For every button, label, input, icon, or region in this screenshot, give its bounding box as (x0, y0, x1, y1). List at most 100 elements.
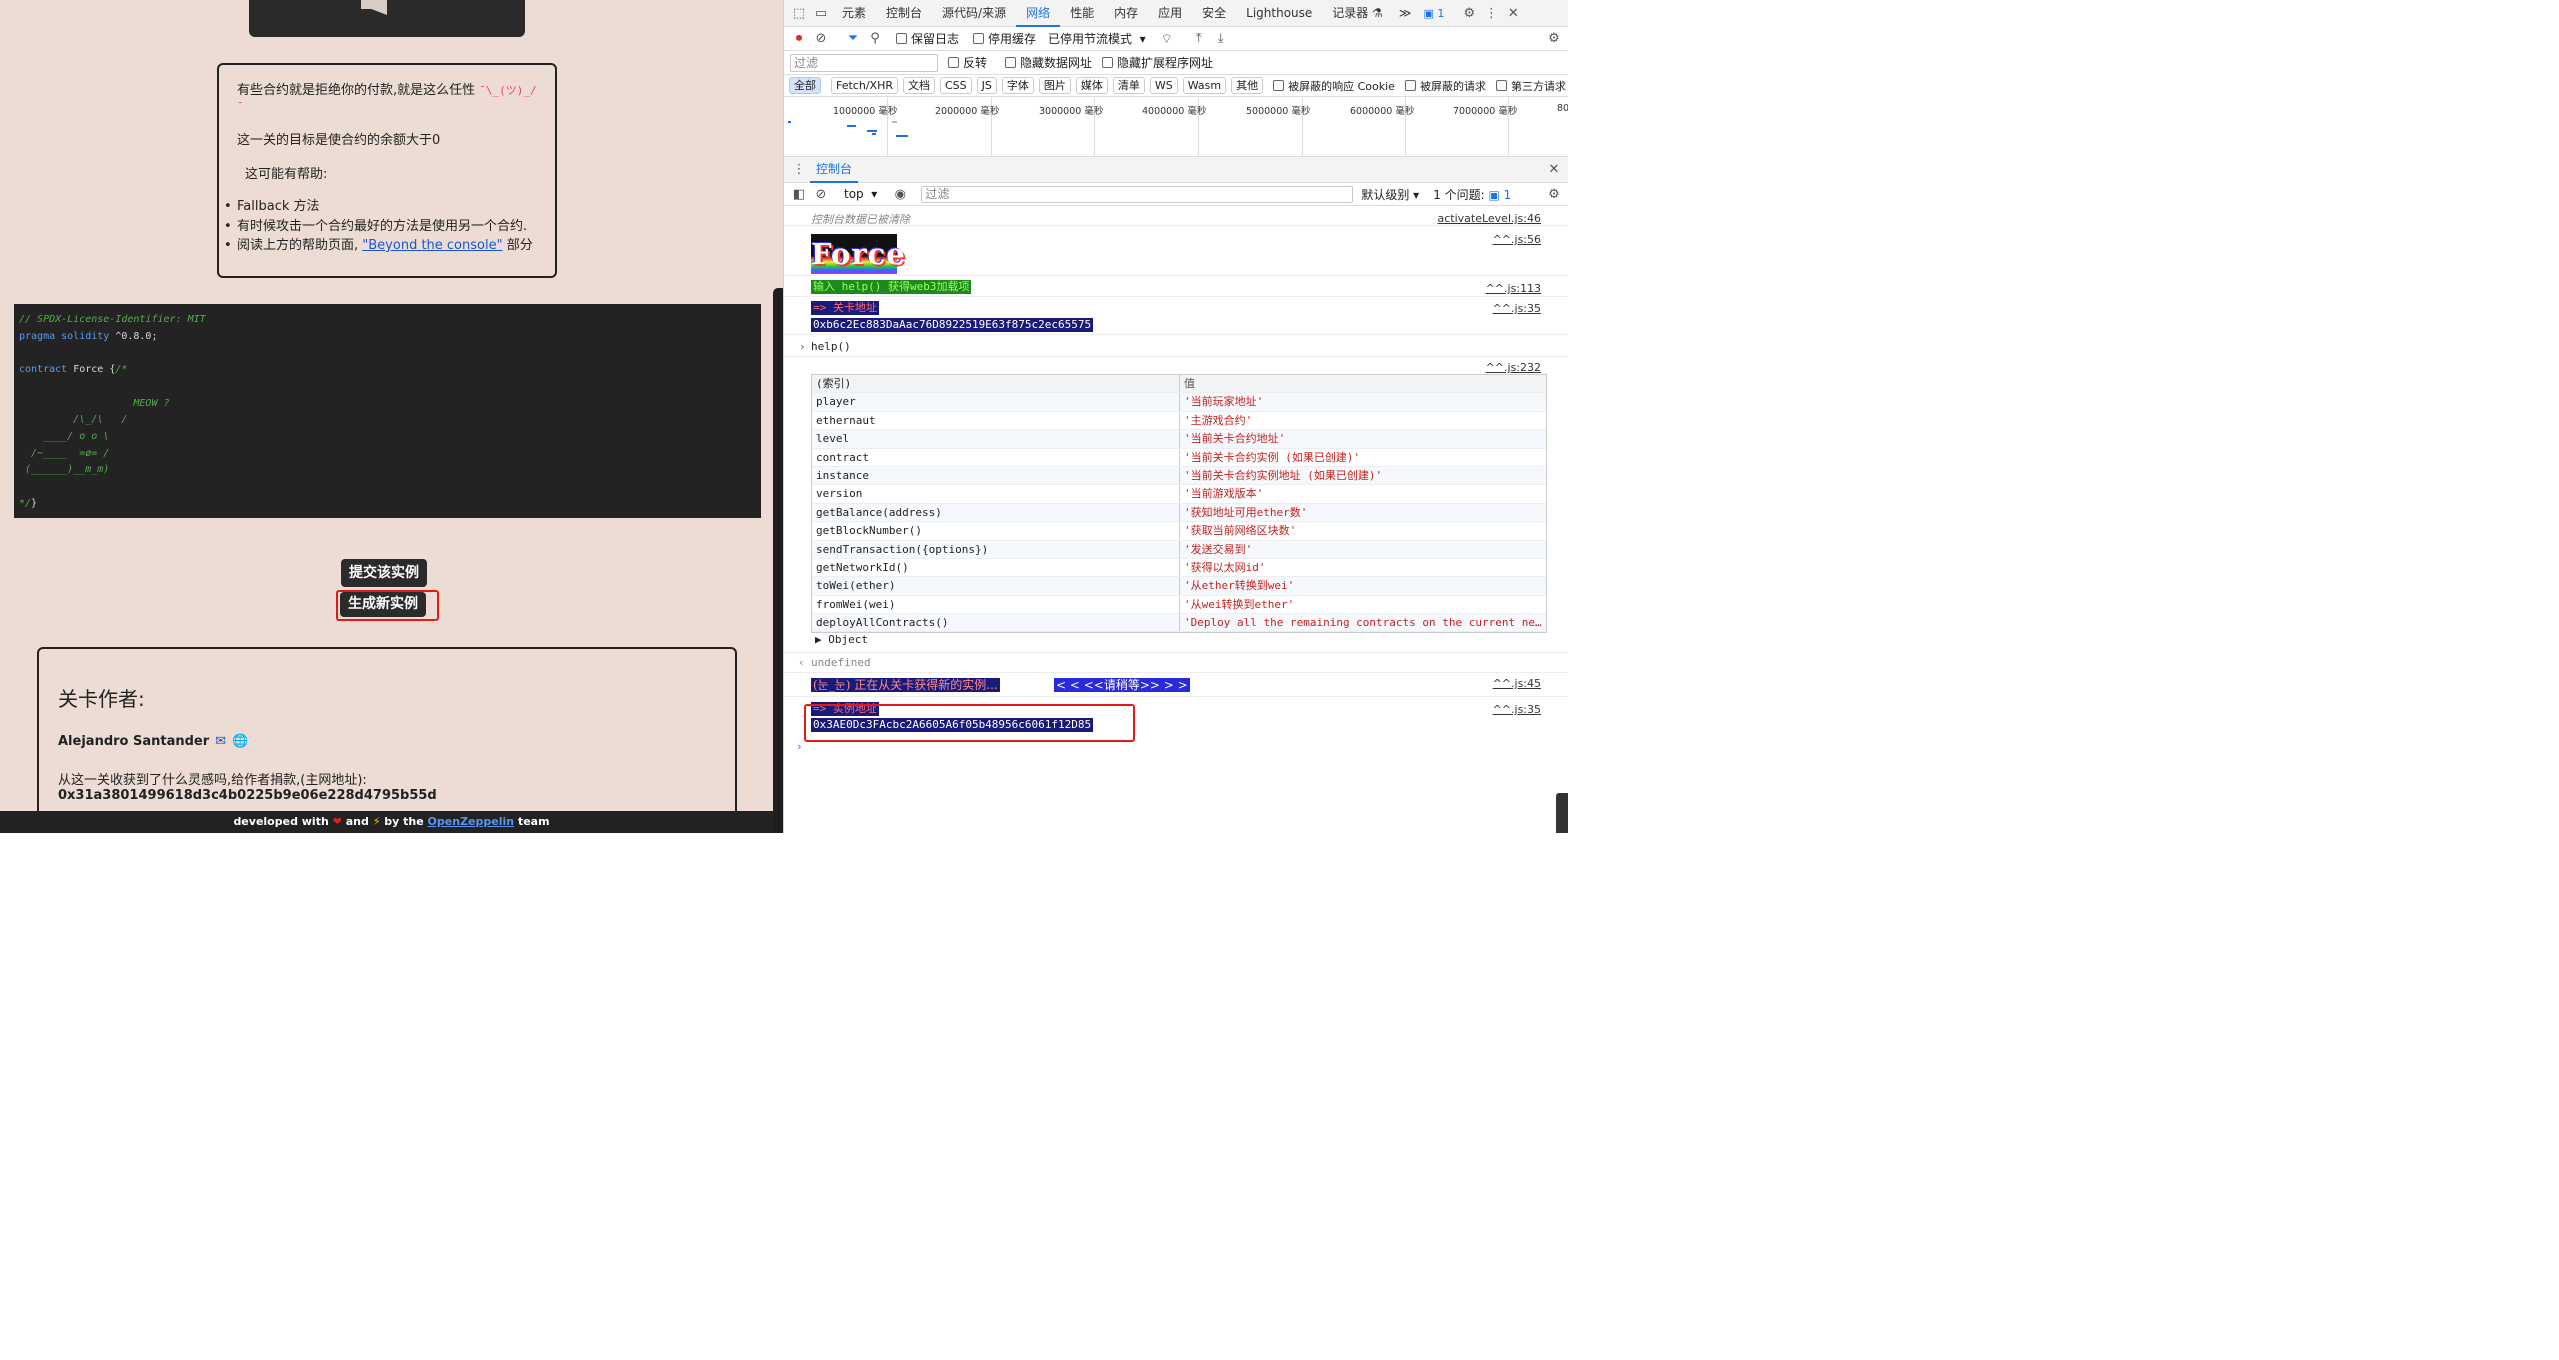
network-timeline-overview[interactable]: 1000000 毫秒 2000000 毫秒 3000000 毫秒 4000000… (784, 97, 1568, 157)
type-doc[interactable]: 文档 (902, 77, 935, 94)
close-devtools-icon[interactable]: ✕ (1502, 2, 1524, 24)
type-ws[interactable]: WS (1149, 77, 1178, 94)
type-font[interactable]: 字体 (1001, 77, 1034, 94)
blocked-requests-checkbox[interactable]: 被屏蔽的请求 (1404, 78, 1486, 94)
table-row: version '当前游戏版本' (812, 485, 1546, 504)
throttle-select[interactable]: 已停用节流模式 ▾ (1048, 30, 1146, 47)
table-header: (索引) 值 (812, 375, 1546, 394)
hint-item: 阅读上方的帮助页面, "Beyond the console" 部分 (224, 236, 537, 256)
email-icon[interactable]: ✉ (215, 734, 226, 749)
devtools-scrollbar[interactable] (1556, 793, 1568, 833)
drawer-menu-icon[interactable]: ⋮ (788, 159, 810, 181)
type-css[interactable]: CSS (939, 77, 972, 94)
desc-line3: 这可能有帮助: (245, 167, 328, 182)
close-drawer-icon[interactable]: ✕ (1543, 159, 1565, 181)
console-drawer-header: ⋮ 控制台 ✕ (784, 157, 1568, 183)
tab-memory[interactable]: 内存 (1104, 0, 1148, 27)
clear-icon[interactable]: ⊘ (810, 28, 832, 50)
tab-application[interactable]: 应用 (1148, 0, 1192, 27)
hide-data-urls-checkbox[interactable]: 隐藏数据网址 (1005, 54, 1092, 71)
tab-sources[interactable]: 源代码/来源 (932, 0, 1016, 27)
console-input-echo: › help() (784, 335, 1568, 357)
tab-lighthouse[interactable]: Lighthouse (1236, 0, 1322, 27)
author-name: Alejandro Santander (58, 734, 210, 749)
table-row: ethernaut '主游戏合约' (812, 411, 1546, 431)
hint-item: Fallback 方法 (224, 197, 537, 217)
filter-icon[interactable]: ⏷ (842, 28, 864, 50)
third-party-checkbox[interactable]: 第三方请求 (1495, 78, 1566, 94)
globe-icon[interactable]: 🌐 (232, 734, 248, 749)
console-message: 输入 help() 获得web3加载项 ^^.js:113 (784, 276, 1568, 297)
console-toolbar: ◧ ⊘ top ▾ ◉ 过滤 默认级别 ▾ 1 个问题: ▣ 1 ⚙ (784, 183, 1568, 206)
clear-console-icon[interactable]: ⊘ (810, 183, 832, 205)
console-settings-icon[interactable]: ⚙ (1543, 183, 1565, 205)
donate-address: 0x31a3801499618d3c4b0225b9e06e228d4795b5… (58, 788, 437, 803)
level-page: 有些合约就是拒绝你的付款,就是这么任性 ¯\_(ツ)_/¯ 这一关的目标是使合约… (0, 0, 783, 833)
drawer-tab-console[interactable]: 控制台 (810, 157, 859, 183)
preserve-log-checkbox[interactable]: 保留日志 (896, 30, 959, 47)
disable-cache-checkbox[interactable]: 停用缓存 (973, 30, 1036, 47)
tab-console[interactable]: 控制台 (876, 0, 932, 27)
kebab-menu-icon[interactable]: ⋮ (1480, 2, 1502, 24)
type-other[interactable]: 其他 (1231, 77, 1264, 94)
type-manifest[interactable]: 清单 (1112, 77, 1145, 94)
object-expander[interactable]: ▶ Object (815, 633, 868, 646)
submit-instance-button[interactable]: 提交该实例 (341, 559, 427, 587)
source-link[interactable]: ^^.js:45 (1493, 677, 1541, 690)
screen: 有些合约就是拒绝你的付款,就是这么任性 ¯\_(ツ)_/¯ 这一关的目标是使合约… (0, 0, 1568, 833)
issues-counter[interactable]: 1 个问题: ▣ 1 (1433, 186, 1511, 203)
console-prompt[interactable]: › (796, 740, 803, 753)
device-toolbar-icon[interactable]: ▭ (810, 2, 832, 24)
source-link[interactable]: ^^.js:113 (1486, 282, 1541, 295)
import-har-icon[interactable]: ⤒ (1188, 28, 1210, 50)
sidebar-toggle-icon[interactable]: ◧ (788, 183, 810, 205)
beyond-console-link[interactable]: "Beyond the console" (362, 238, 502, 253)
log-level-select[interactable]: 默认级别 ▾ (1361, 186, 1419, 203)
source-link[interactable]: activateLevel.js:46 (1437, 212, 1541, 225)
tab-elements[interactable]: 元素 (832, 0, 876, 27)
more-tabs-button[interactable]: ≫ (1393, 0, 1418, 27)
tab-security[interactable]: 安全 (1192, 0, 1236, 27)
source-link[interactable]: ^^.js:232 (1486, 361, 1541, 374)
console-filter-input[interactable]: 过滤 (921, 185, 1354, 203)
network-settings-icon[interactable]: ⚙ (1543, 28, 1565, 50)
tab-recorder[interactable]: 记录器 ⚗ (1322, 0, 1393, 27)
tab-performance[interactable]: 性能 (1060, 0, 1104, 27)
record-icon[interactable]: ⏺ (788, 28, 810, 50)
force-banner: Force (811, 234, 905, 274)
type-fetch-xhr[interactable]: Fetch/XHR (831, 77, 898, 94)
type-all[interactable]: 全部 (789, 77, 821, 94)
search-icon[interactable]: ⚲ (864, 28, 886, 50)
settings-gear-icon[interactable]: ⚙ (1458, 2, 1480, 24)
meow-ascii-art: MEOW ? /\_/\ / ____/ o o \ /~____ =ø= / … (25, 397, 170, 476)
tab-network[interactable]: 网络 (1016, 0, 1061, 27)
issues-badge[interactable]: ▣ 1 (1423, 7, 1444, 20)
page-scrollbar[interactable] (773, 288, 783, 833)
eye-icon[interactable]: ◉ (889, 183, 911, 205)
context-select[interactable]: top ▾ (844, 187, 877, 201)
blocked-cookies-checkbox[interactable]: 被屏蔽的响应 Cookie (1273, 78, 1395, 94)
network-filter-input[interactable]: 过滤 (790, 53, 938, 72)
table-row: fromWei(wei) '从wei转换到ether' (812, 595, 1546, 615)
type-media[interactable]: 媒体 (1075, 77, 1108, 94)
table-row: getBalance(address) '获知地址可用ether数' (812, 503, 1546, 523)
network-filterbar: 过滤 反转 隐藏数据网址 隐藏扩展程序网址 (784, 51, 1568, 75)
source-link[interactable]: ^^.js:35 (1493, 302, 1541, 315)
type-js[interactable]: JS (976, 77, 997, 94)
network-conditions-icon[interactable]: ⌔ (1156, 28, 1178, 50)
type-img[interactable]: 图片 (1038, 77, 1071, 94)
openzeppelin-link[interactable]: OpenZeppelin (428, 815, 515, 828)
source-link[interactable]: ^^.js:35 (1493, 703, 1541, 716)
invert-checkbox[interactable]: 反转 (948, 54, 987, 71)
inspect-icon[interactable]: ⬚ (788, 2, 810, 24)
export-har-icon[interactable]: ⤓ (1210, 28, 1232, 50)
hint-list: Fallback 方法 有时候攻击一个合约最好的方法是使用另一个合约. 阅读上方… (224, 197, 537, 256)
hint-item: 有时候攻击一个合约最好的方法是使用另一个合约. (224, 217, 537, 237)
hide-extension-urls-checkbox[interactable]: 隐藏扩展程序网址 (1102, 54, 1213, 71)
devtools-tabbar: ⬚ ▭ 元素 控制台 源代码/来源 网络 性能 内存 应用 安全 Lightho… (784, 0, 1568, 27)
source-link[interactable]: ^^.js:56 (1493, 233, 1541, 246)
type-wasm[interactable]: Wasm (1182, 77, 1227, 94)
expand-arrow-icon: › (799, 340, 806, 353)
level-image (249, 0, 525, 37)
network-toolbar: ⏺ ⊘ ⏷ ⚲ 保留日志 停用缓存 已停用节流模式 ▾ ⌔ ⤒ ⤓ ⚙ (784, 27, 1568, 51)
